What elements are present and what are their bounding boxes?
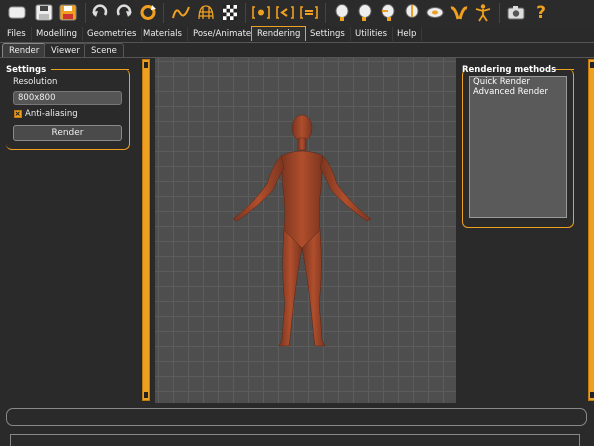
- help-icon[interactable]: ?: [530, 2, 552, 23]
- slider-up-icon: [590, 62, 594, 68]
- tab-materials[interactable]: Materials: [138, 27, 188, 41]
- face-icon[interactable]: [424, 2, 446, 23]
- slider-down-icon: [590, 392, 594, 398]
- subtab-scene[interactable]: Scene: [84, 43, 124, 58]
- screenshot-icon[interactable]: [505, 2, 527, 23]
- redo-icon[interactable]: [113, 2, 135, 23]
- hands-icon[interactable]: [448, 2, 470, 23]
- head-back-icon[interactable]: [401, 2, 423, 23]
- subtab-render[interactable]: Render: [2, 43, 47, 58]
- slider-up-icon: [144, 62, 148, 68]
- tab-rendering[interactable]: Rendering: [251, 26, 307, 41]
- front-view-icon[interactable]: [250, 2, 272, 23]
- settings-panel-topline: [51, 69, 129, 70]
- tab-geometries[interactable]: Geometries: [82, 27, 143, 41]
- smooth-icon[interactable]: [170, 2, 192, 23]
- tab-modelling[interactable]: Modelling: [31, 27, 84, 41]
- 3d-viewport[interactable]: [155, 58, 456, 403]
- wireframe-icon[interactable]: [195, 2, 217, 23]
- right-vertical-slider[interactable]: [588, 59, 594, 401]
- head-front-icon[interactable]: [331, 2, 353, 23]
- methods-panel-topline: [555, 69, 574, 70]
- new-file-icon[interactable]: [6, 2, 28, 23]
- save-icon[interactable]: [33, 2, 55, 23]
- check-icon: [15, 111, 20, 116]
- human-model: [232, 114, 372, 347]
- tab-settings[interactable]: Settings: [305, 27, 351, 41]
- render-button[interactable]: Render: [13, 125, 122, 141]
- export-icon[interactable]: [57, 2, 79, 23]
- slider-down-icon: [144, 392, 148, 398]
- subtab-viewer[interactable]: Viewer: [44, 43, 87, 58]
- reset-icon[interactable]: [137, 2, 159, 23]
- left-vertical-slider[interactable]: [142, 59, 150, 401]
- rendering-methods-title: Rendering methods: [462, 65, 557, 75]
- list-item-quick-render[interactable]: Quick Render: [470, 77, 566, 87]
- rendering-methods-list[interactable]: Quick Render Advanced Render: [469, 76, 567, 218]
- undo-icon[interactable]: [89, 2, 111, 23]
- head-left-icon[interactable]: [354, 2, 376, 23]
- antialias-checkbox[interactable]: [14, 110, 22, 118]
- tab-files[interactable]: Files: [2, 27, 32, 41]
- help-glyph: ?: [536, 2, 546, 23]
- back-view-icon[interactable]: [274, 2, 296, 23]
- tab-pose-animate[interactable]: Pose/Animate: [188, 27, 258, 41]
- tab-utilities[interactable]: Utilities: [350, 27, 393, 41]
- main-toolbar: ?: [0, 0, 594, 26]
- head-right-icon[interactable]: [377, 2, 399, 23]
- progress-bar: [10, 434, 580, 446]
- resolution-label: Resolution: [13, 77, 58, 87]
- list-item-advanced-render[interactable]: Advanced Render: [470, 87, 566, 97]
- resolution-field[interactable]: 800x800: [13, 91, 122, 105]
- side-view-icon[interactable]: [298, 2, 320, 23]
- full-body-icon[interactable]: [472, 2, 494, 23]
- antialias-label: Anti-aliasing: [25, 109, 78, 119]
- tab-help[interactable]: Help: [392, 27, 423, 41]
- background-icon[interactable]: [219, 2, 241, 23]
- status-bar: [6, 408, 587, 426]
